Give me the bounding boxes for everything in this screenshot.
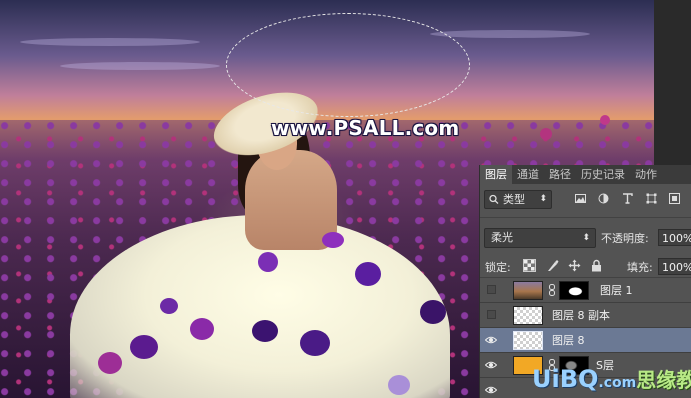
shape-filter-icon[interactable] [646, 193, 657, 204]
chevron-updown-icon: ⬍ [582, 233, 590, 243]
petunia-flower [190, 318, 214, 340]
tab-history[interactable]: 历史记录 [576, 165, 630, 184]
petunia-flower [252, 320, 278, 342]
lock-image-pixels-icon[interactable] [546, 259, 559, 272]
layer-mask-thumbnail[interactable] [559, 281, 589, 300]
site-logo-prefix: UiBQ [532, 365, 599, 393]
visibility-toggle-off[interactable] [487, 285, 496, 294]
divider [480, 217, 691, 218]
blend-mode-value: 柔光 [491, 231, 513, 244]
petunia-flower [258, 252, 278, 272]
layer-name[interactable]: 图层 1 [600, 278, 633, 303]
layer-thumbnail[interactable] [513, 306, 543, 325]
layer-thumbnail[interactable] [513, 281, 543, 300]
petunia-flower [160, 298, 178, 314]
petunia-flower [540, 128, 552, 140]
petunia-flower [322, 232, 344, 248]
petunia-flower [130, 335, 158, 359]
lock-all-icon[interactable] [590, 259, 603, 272]
adjustment-filter-icon[interactable] [598, 193, 609, 204]
layer-name[interactable]: 图层 8 [552, 328, 585, 353]
lock-label: 锁定: [485, 261, 511, 274]
layer-row[interactable]: 图层 1 [480, 278, 691, 303]
tab-channels[interactable]: 通道 [512, 165, 544, 184]
type-filter-icon[interactable] [622, 193, 633, 204]
layer-name[interactable]: 图层 8 副本 [552, 303, 610, 328]
site-logo: UiBQ.com思缘教程 [532, 364, 691, 393]
smart-object-filter-icon[interactable] [669, 193, 680, 204]
layer-filter-label: 类型 [503, 193, 525, 206]
fill-label: 填充: [627, 261, 653, 274]
tab-actions[interactable]: 动作 [630, 165, 662, 184]
petunia-flower [355, 262, 381, 286]
lock-position-icon[interactable] [568, 259, 581, 272]
petunia-flower [98, 352, 122, 374]
petunia-flower [600, 115, 610, 125]
petunia-flower [300, 330, 330, 356]
panel-tabs: 图层 通道 路径 历史记录 动作 [480, 165, 691, 184]
watermark: www.PSALL.com [271, 116, 460, 140]
site-logo-cn: 思缘教程 [636, 368, 691, 392]
lock-transparent-pixels-icon[interactable] [523, 259, 536, 272]
layer-filter-select[interactable]: 类型 ⬍ [484, 190, 552, 209]
visibility-toggle-off[interactable] [487, 310, 496, 319]
elliptical-marquee-selection[interactable] [226, 13, 470, 117]
sky-cloud [60, 62, 220, 70]
site-logo-suffix: .com [598, 375, 637, 391]
layer-row[interactable]: 图层 8 副本 [480, 303, 691, 328]
canvas-edge [654, 0, 691, 165]
sky-cloud [20, 38, 200, 46]
blend-row: 柔光 ⬍ 不透明度: 100% [480, 227, 691, 249]
eye-icon[interactable] [485, 359, 497, 371]
eye-icon[interactable] [485, 384, 497, 396]
layer-row-selected[interactable]: 图层 8 [480, 328, 691, 353]
tab-layers[interactable]: 图层 [480, 165, 512, 184]
opacity-input[interactable]: 100% [658, 229, 691, 246]
tab-paths[interactable]: 路径 [544, 165, 576, 184]
image-filter-icon[interactable] [575, 193, 586, 204]
blend-mode-select[interactable]: 柔光 ⬍ [484, 228, 596, 248]
lock-row: 锁定: 填充: 100% [480, 255, 691, 277]
eye-icon[interactable] [485, 334, 497, 346]
chevron-updown-icon: ⬍ [539, 194, 547, 204]
link-icon[interactable] [548, 284, 556, 296]
sky-cloud [430, 30, 590, 38]
layer-filter-row: 类型 ⬍ [480, 188, 691, 210]
fill-input[interactable]: 100% [658, 258, 691, 275]
petunia-flower [420, 300, 446, 324]
layer-thumbnail[interactable] [513, 331, 543, 350]
search-icon [489, 191, 499, 213]
petunia-flower [388, 375, 410, 395]
opacity-label: 不透明度: [601, 232, 649, 245]
